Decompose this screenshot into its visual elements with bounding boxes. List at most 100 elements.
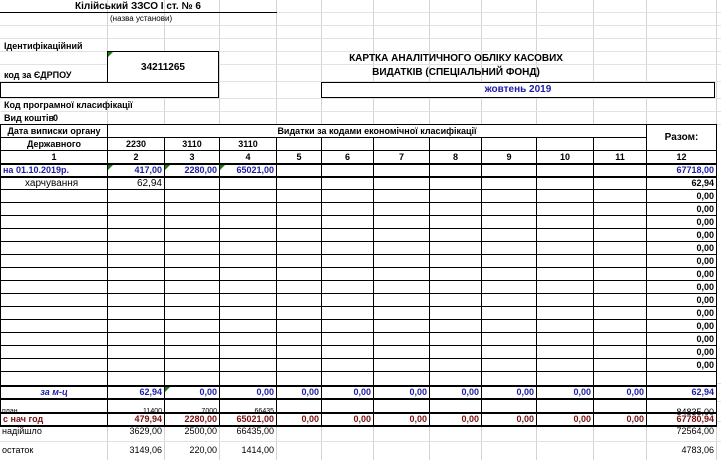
table-cell[interactable]: [0, 345, 108, 359]
summary-cell[interactable]: 66435: [219, 402, 276, 421]
table-cell[interactable]: [481, 358, 537, 372]
table-cell[interactable]: [373, 189, 430, 203]
table-cell[interactable]: [107, 267, 165, 281]
table-cell[interactable]: [164, 228, 220, 242]
table-cell[interactable]: [276, 228, 322, 242]
summary-cell[interactable]: 7000: [164, 402, 219, 421]
table-cell[interactable]: [429, 293, 482, 307]
summary-total[interactable]: 4783,06: [646, 440, 716, 459]
row-total[interactable]: 62,94: [646, 384, 717, 400]
table-cell[interactable]: [0, 215, 108, 229]
row-total[interactable]: 0,00: [646, 358, 717, 372]
table-cell[interactable]: 62,94: [107, 384, 165, 400]
table-cell[interactable]: [321, 293, 374, 307]
summary-total[interactable]: 72564,00: [646, 421, 716, 440]
table-cell[interactable]: [373, 267, 430, 281]
table-cell[interactable]: [321, 306, 374, 320]
table-cell[interactable]: [373, 202, 430, 216]
table-cell[interactable]: [536, 358, 594, 372]
table-cell[interactable]: [276, 215, 322, 229]
table-cell[interactable]: [107, 319, 165, 333]
row-total[interactable]: 0,00: [646, 228, 717, 242]
table-cell[interactable]: [219, 332, 277, 346]
table-cell[interactable]: [593, 267, 647, 281]
table-cell[interactable]: [219, 280, 277, 294]
table-cell[interactable]: [593, 319, 647, 333]
row-total[interactable]: 0,00: [646, 293, 717, 307]
table-cell[interactable]: [164, 306, 220, 320]
table-cell[interactable]: [593, 241, 647, 255]
table-cell[interactable]: [593, 280, 647, 294]
table-cell[interactable]: [481, 267, 537, 281]
table-cell[interactable]: [164, 189, 220, 203]
table-cell[interactable]: 0,00: [536, 384, 594, 400]
table-cell[interactable]: [321, 345, 374, 359]
code-cell[interactable]: 3110: [219, 137, 277, 151]
table-cell[interactable]: [107, 241, 165, 255]
table-cell[interactable]: [536, 345, 594, 359]
table-cell[interactable]: [593, 254, 647, 268]
table-cell[interactable]: [321, 189, 374, 203]
table-cell[interactable]: [429, 358, 482, 372]
table-cell[interactable]: [429, 332, 482, 346]
table-cell[interactable]: [373, 358, 430, 372]
table-cell[interactable]: [321, 267, 374, 281]
table-cell[interactable]: 0,00: [276, 384, 322, 400]
summary-cell[interactable]: 66435,00: [219, 421, 276, 440]
summary-total[interactable]: 84835,00: [646, 402, 716, 421]
table-cell[interactable]: [219, 267, 277, 281]
table-cell[interactable]: [107, 202, 165, 216]
row-total[interactable]: 0,00: [646, 332, 717, 346]
table-cell[interactable]: [429, 280, 482, 294]
table-cell[interactable]: [321, 319, 374, 333]
table-cell[interactable]: [429, 254, 482, 268]
table-cell[interactable]: [219, 189, 277, 203]
table-cell[interactable]: [373, 345, 430, 359]
table-cell[interactable]: [321, 280, 374, 294]
row-total[interactable]: 0,00: [646, 215, 717, 229]
table-cell[interactable]: [481, 202, 537, 216]
table-cell[interactable]: [321, 215, 374, 229]
table-cell[interactable]: [593, 215, 647, 229]
table-cell[interactable]: [536, 202, 594, 216]
table-cell[interactable]: [321, 241, 374, 255]
table-cell[interactable]: [536, 306, 594, 320]
table-cell[interactable]: [593, 358, 647, 372]
table-cell[interactable]: [373, 163, 430, 178]
table-cell[interactable]: [107, 215, 165, 229]
code-cell[interactable]: [373, 137, 430, 151]
table-cell[interactable]: [481, 319, 537, 333]
row-total[interactable]: 0,00: [646, 267, 717, 281]
table-cell[interactable]: 0,00: [593, 384, 647, 400]
table-cell[interactable]: [164, 202, 220, 216]
code-cell[interactable]: [321, 137, 374, 151]
table-cell[interactable]: [276, 241, 322, 255]
table-cell[interactable]: 65021,00: [219, 163, 277, 178]
table-cell[interactable]: [276, 163, 322, 178]
table-cell[interactable]: [107, 358, 165, 372]
table-cell[interactable]: 0,00: [219, 384, 277, 400]
table-cell[interactable]: [593, 163, 647, 178]
table-cell[interactable]: [481, 176, 537, 190]
table-cell[interactable]: [276, 189, 322, 203]
table-cell[interactable]: [164, 358, 220, 372]
opening-label[interactable]: на 01.10.2019р.: [0, 163, 108, 178]
row-total[interactable]: 67718,00: [646, 163, 717, 178]
table-cell[interactable]: 0,00: [373, 384, 430, 400]
table-cell[interactable]: [0, 202, 108, 216]
table-cell[interactable]: [0, 293, 108, 307]
summary-cell[interactable]: 3629,00: [107, 421, 164, 440]
table-cell[interactable]: [219, 319, 277, 333]
table-cell[interactable]: [429, 202, 482, 216]
table-cell[interactable]: 0,00: [481, 384, 537, 400]
summary-cell[interactable]: 220,00: [164, 440, 219, 459]
table-cell[interactable]: [536, 241, 594, 255]
code-cell[interactable]: [276, 137, 322, 151]
table-cell[interactable]: [276, 293, 322, 307]
table-cell[interactable]: [164, 280, 220, 294]
table-cell[interactable]: [164, 345, 220, 359]
table-cell[interactable]: [373, 280, 430, 294]
table-cell[interactable]: [164, 176, 220, 190]
table-cell[interactable]: [107, 306, 165, 320]
table-cell[interactable]: [276, 202, 322, 216]
